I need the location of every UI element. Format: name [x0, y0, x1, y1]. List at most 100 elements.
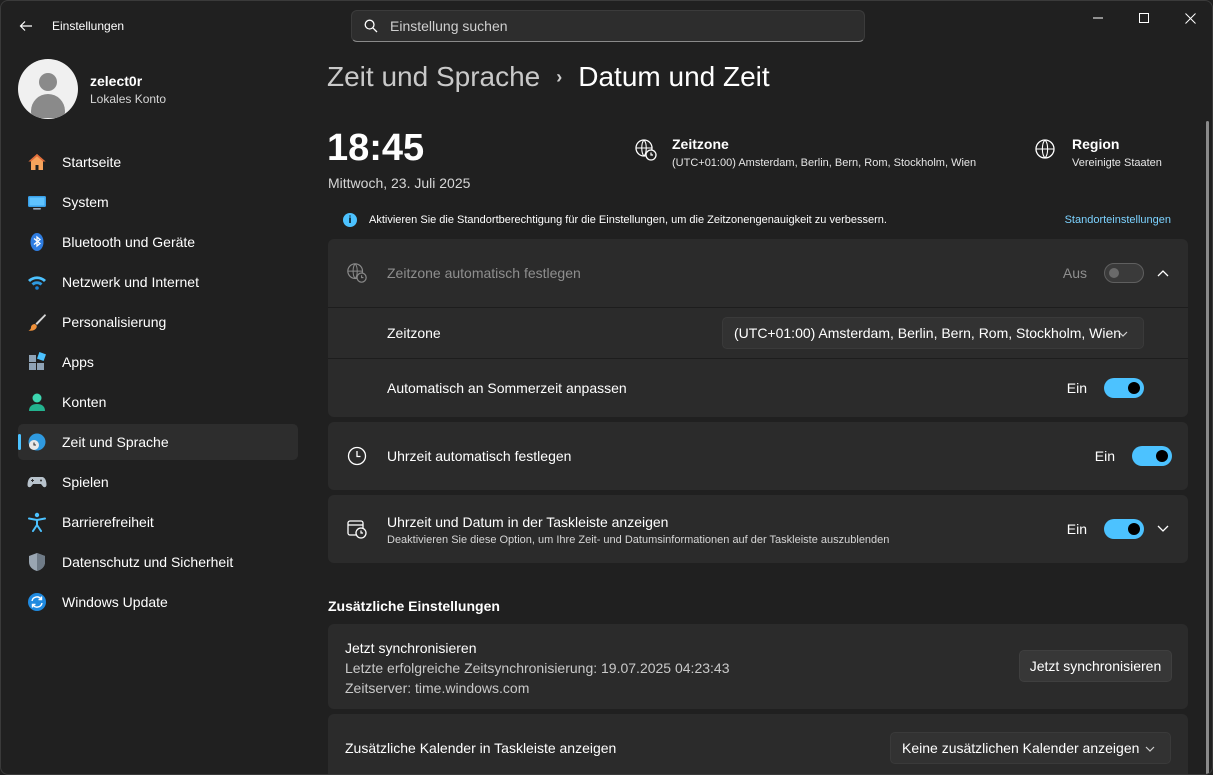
- page-title: Datum und Zeit: [578, 61, 770, 92]
- section-title-additional: Zusätzliche Einstellungen: [328, 598, 500, 614]
- sidebar-item-windows-update[interactable]: Windows Update: [18, 584, 298, 620]
- shield-icon: [26, 551, 48, 573]
- calendar-dropdown-value: Keine zusätzlichen Kalender anzeigen: [902, 740, 1140, 756]
- auto-timezone-row[interactable]: Zeitzone automatisch festlegen Aus: [328, 239, 1188, 307]
- dst-label: Automatisch an Sommerzeit anpassen: [387, 380, 627, 396]
- taskbar-clock-toggle-group: Ein: [1067, 519, 1144, 539]
- calendar-clock-icon: [345, 517, 369, 541]
- auto-timezone-label: Zeitzone automatisch festlegen: [387, 265, 581, 281]
- sidebar-item-label: Bluetooth und Geräte: [62, 234, 196, 250]
- sidebar-item-label: Datenschutz und Sicherheit: [62, 554, 234, 570]
- notice-text: Aktivieren Sie die Standortberechtigung …: [369, 214, 887, 226]
- sidebar-nav: Startseite System Bluetooth und Geräte N…: [18, 144, 298, 624]
- scrollbar[interactable]: [1206, 121, 1209, 774]
- chevron-down-icon: [1142, 741, 1158, 757]
- sidebar-item-system[interactable]: System: [18, 184, 298, 220]
- minimize-button[interactable]: [1075, 1, 1121, 35]
- dst-row: Automatisch an Sommerzeit anpassen Ein: [328, 359, 1188, 417]
- location-settings-link[interactable]: Standorteinstellungen: [1065, 214, 1171, 226]
- apps-icon: [26, 351, 48, 373]
- profile-name: zelect0r: [90, 72, 143, 89]
- sync-server: Zeitserver: time.windows.com: [345, 680, 530, 696]
- breadcrumb: Zeit und Sprache › Datum und Zeit: [327, 61, 770, 93]
- minimize-icon: [1093, 17, 1103, 19]
- sidebar-item-barrierefreiheit[interactable]: Barrierefreiheit: [18, 504, 298, 540]
- globe-clock-icon: [635, 139, 657, 161]
- sidebar-item-zeit-und-sprache[interactable]: Zeit und Sprache: [18, 424, 298, 460]
- close-icon: [1184, 12, 1196, 24]
- calendar-dropdown[interactable]: Keine zusätzlichen Kalender anzeigen: [890, 732, 1171, 764]
- timezone-summary-title: Zeitzone: [672, 136, 729, 152]
- sidebar-item-label: Spielen: [62, 474, 109, 490]
- region-summary: Region Vereinigte Staaten: [1034, 136, 1162, 169]
- sidebar-item-apps[interactable]: Apps: [18, 344, 298, 380]
- region-summary-title: Region: [1072, 136, 1120, 152]
- auto-time-toggle-group: Ein: [1095, 446, 1172, 466]
- calendar-label: Zusätzliche Kalender in Taskleiste anzei…: [345, 740, 617, 756]
- chevron-down-icon[interactable]: [1155, 521, 1171, 537]
- info-icon: i: [343, 213, 357, 227]
- taskbar-clock-state: Ein: [1066, 521, 1087, 537]
- sidebar-item-spielen[interactable]: Spielen: [18, 464, 298, 500]
- sidebar-item-label: Apps: [62, 354, 94, 370]
- gamepad-icon: [26, 471, 48, 493]
- sidebar-item-konten[interactable]: Konten: [18, 384, 298, 420]
- location-notice: i Aktivieren Sie die Standortberechtigun…: [328, 205, 1188, 235]
- user-profile[interactable]: zelect0r Lokales Konto: [18, 59, 166, 119]
- sync-last-time: Letzte erfolgreiche Zeitsynchronisierung…: [345, 660, 730, 676]
- sidebar-item-label: System: [62, 194, 109, 210]
- taskbar-clock-description: Deaktivieren Sie diese Option, um Ihre Z…: [387, 534, 890, 546]
- system-icon: [26, 191, 48, 213]
- chevron-down-icon: [1115, 326, 1131, 342]
- search-icon: [364, 19, 378, 33]
- sidebar-item-label: Windows Update: [62, 594, 168, 610]
- globe-clock-icon: [345, 261, 369, 285]
- sync-now-button[interactable]: Jetzt synchronisieren: [1019, 650, 1172, 682]
- account-icon: [26, 391, 48, 413]
- sidebar-item-bluetooth[interactable]: Bluetooth und Geräte: [18, 224, 298, 260]
- chevron-up-icon[interactable]: [1155, 265, 1171, 281]
- sidebar-item-label: Barrierefreiheit: [62, 514, 154, 530]
- timezone-dropdown[interactable]: (UTC+01:00) Amsterdam, Berlin, Bern, Rom…: [722, 317, 1144, 349]
- auto-time-state: Ein: [1094, 448, 1115, 464]
- sidebar-item-personalisierung[interactable]: Personalisierung: [18, 304, 298, 340]
- dst-toggle[interactable]: [1104, 378, 1144, 398]
- taskbar-clock-card[interactable]: Uhrzeit und Datum in der Taskleiste anze…: [328, 495, 1188, 563]
- sidebar-item-datenschutz[interactable]: Datenschutz und Sicherheit: [18, 544, 298, 580]
- timezone-card: Zeitzone automatisch festlegen Aus Zeitz…: [328, 239, 1188, 417]
- timezone-summary-value: (UTC+01:00) Amsterdam, Berlin, Bern, Rom…: [672, 157, 977, 169]
- auto-timezone-toggle[interactable]: [1104, 263, 1144, 283]
- current-time: 18:45: [327, 127, 425, 169]
- auto-timezone-state: Aus: [1062, 265, 1087, 281]
- taskbar-clock-toggle[interactable]: [1104, 519, 1144, 539]
- breadcrumb-parent-link[interactable]: Zeit und Sprache: [327, 61, 540, 93]
- taskbar-clock-row: Uhrzeit und Datum in der Taskleiste anze…: [328, 495, 1188, 563]
- dst-toggle-group: Ein: [1067, 378, 1144, 398]
- breadcrumb-separator: ›: [556, 66, 563, 87]
- auto-timezone-toggle-group: Aus: [1063, 263, 1144, 283]
- auto-time-card: Uhrzeit automatisch festlegen Ein: [328, 422, 1188, 490]
- back-arrow-icon: [19, 21, 32, 31]
- globe-clock-icon: [26, 431, 48, 453]
- sidebar-item-startseite[interactable]: Startseite: [18, 144, 298, 180]
- back-button[interactable]: [11, 13, 41, 39]
- settings-window: Einstellungen zelect0r Lokales Konto: [0, 0, 1213, 775]
- timezone-select-row: Zeitzone (UTC+01:00) Amsterdam, Berlin, …: [328, 308, 1188, 358]
- auto-time-toggle[interactable]: [1132, 446, 1172, 466]
- timezone-summary: Zeitzone (UTC+01:00) Amsterdam, Berlin, …: [634, 136, 976, 169]
- globe-icon: [1035, 139, 1055, 159]
- maximize-icon: [1139, 13, 1149, 23]
- auto-time-row: Uhrzeit automatisch festlegen Ein: [328, 422, 1188, 490]
- timezone-dropdown-value: (UTC+01:00) Amsterdam, Berlin, Bern, Rom…: [734, 325, 1122, 341]
- close-button[interactable]: [1167, 1, 1212, 35]
- avatar: [18, 59, 78, 119]
- sidebar-item-netzwerk[interactable]: Netzwerk und Internet: [18, 264, 298, 300]
- sidebar-item-label: Startseite: [62, 154, 122, 170]
- search-box[interactable]: [351, 10, 865, 42]
- clock-icon: [345, 444, 369, 468]
- maximize-button[interactable]: [1121, 1, 1167, 35]
- title-bar: Einstellungen: [1, 1, 1212, 49]
- search-input[interactable]: [390, 18, 830, 34]
- sidebar-item-label: Zeit und Sprache: [62, 434, 169, 450]
- accessibility-icon: [26, 511, 48, 533]
